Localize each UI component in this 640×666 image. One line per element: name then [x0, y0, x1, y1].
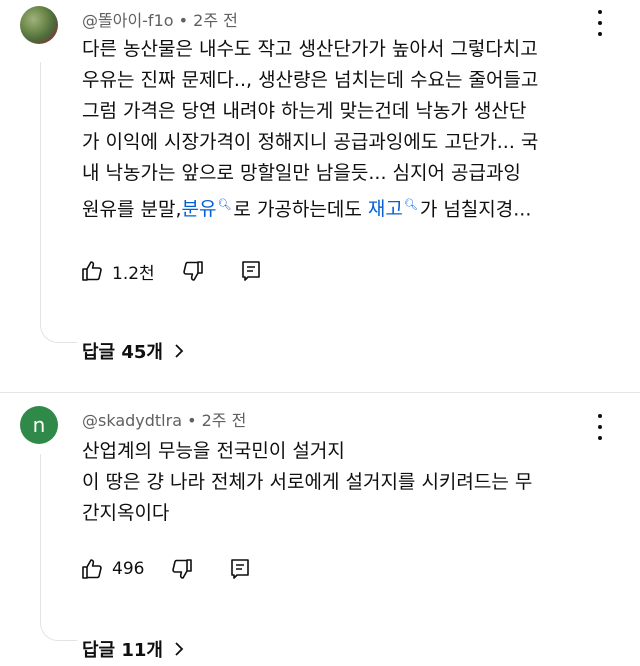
- comment-line: 우유는 진짜 문제다.., 생산량은 넘치는데 수요는 줄어들고: [82, 69, 539, 91]
- comment-meta: @똘아이-f1o • 2주 전: [82, 11, 238, 30]
- view-replies-button[interactable]: 답글 45개: [82, 338, 185, 364]
- comment-line: 다른 농산물은 내수도 작고 생산단가가 높아서 그렇다치고: [82, 38, 538, 60]
- divider: [0, 392, 640, 393]
- reply-icon[interactable]: [239, 259, 263, 283]
- comment-1: @똘아이-f1o • 2주 전 다른 농산물은 내수도 작고 생산단가가 높아서…: [0, 0, 640, 370]
- comment-line: 내 낙농가는 앞으로 망할일만 남을듯... 심지어 공급과잉: [82, 162, 521, 184]
- thumbs-down-icon[interactable]: [170, 557, 194, 581]
- reply-icon[interactable]: [228, 557, 252, 581]
- search-link-1[interactable]: 분유🔍︎: [181, 198, 233, 220]
- comment-line: 산업계의 무능을 전국민이 설거지: [82, 440, 345, 462]
- author-name[interactable]: @똘아이-f1o: [82, 11, 174, 30]
- comment-line: 가 이익에 시장가격이 정해지니 공급과잉에도 고단가... 국: [82, 131, 539, 153]
- avatar[interactable]: n: [20, 406, 58, 444]
- comment-line: 원유를 분말,분유🔍︎ 로 가공하는데도 재고🔍︎ 가 넘칠지경...: [82, 198, 532, 221]
- comment-actions: 496: [80, 554, 252, 584]
- search-link-2[interactable]: 재고🔍︎: [368, 198, 420, 220]
- comment-body: 산업계의 무능을 전국민이 설거지 이 땅은 걍 나라 전체가 서로에게 설거지…: [82, 436, 622, 529]
- thread-line: [40, 62, 77, 343]
- comment-line: 이 땅은 걍 나라 전체가 서로에게 설거지를 시키려드는 무: [82, 471, 533, 493]
- search-icon: 🔍︎: [217, 198, 232, 211]
- avatar[interactable]: [20, 6, 58, 44]
- more-vert-icon[interactable]: [590, 10, 610, 36]
- comment-time: 2주 전: [193, 11, 238, 30]
- replies-label: 답글 11개: [82, 640, 163, 661]
- thumbs-up-icon[interactable]: [80, 557, 104, 581]
- comment-body: 다른 농산물은 내수도 작고 생산단가가 높아서 그렇다치고 우유는 진짜 문제…: [82, 34, 622, 225]
- comment-actions: 1.2천: [80, 256, 263, 286]
- comment-meta: @skadydtlra • 2주 전: [82, 411, 247, 430]
- search-icon: 🔍︎: [403, 198, 418, 211]
- like-count: 1.2천: [112, 263, 155, 284]
- chevron-right-icon: [175, 642, 184, 656]
- comment-time: 2주 전: [201, 411, 247, 430]
- thread-line: [40, 454, 77, 641]
- comment-line: 그럼 가격은 당연 내려야 하는게 맞는건데 낙농가 생산단: [82, 100, 527, 122]
- chevron-right-icon: [175, 344, 184, 358]
- thumbs-down-icon[interactable]: [181, 259, 205, 283]
- like-count: 496: [112, 559, 145, 579]
- comment-2: n @skadydtlra • 2주 전 산업계의 무능을 전국민이 설거지 이…: [0, 400, 640, 666]
- author-name[interactable]: @skadydtlra: [82, 411, 182, 430]
- replies-label: 답글 45개: [82, 342, 163, 363]
- avatar-photo: [20, 6, 58, 44]
- comment-line: 간지옥이다: [82, 502, 170, 524]
- view-replies-button[interactable]: 답글 11개: [82, 636, 185, 662]
- thumbs-up-icon[interactable]: [80, 259, 104, 283]
